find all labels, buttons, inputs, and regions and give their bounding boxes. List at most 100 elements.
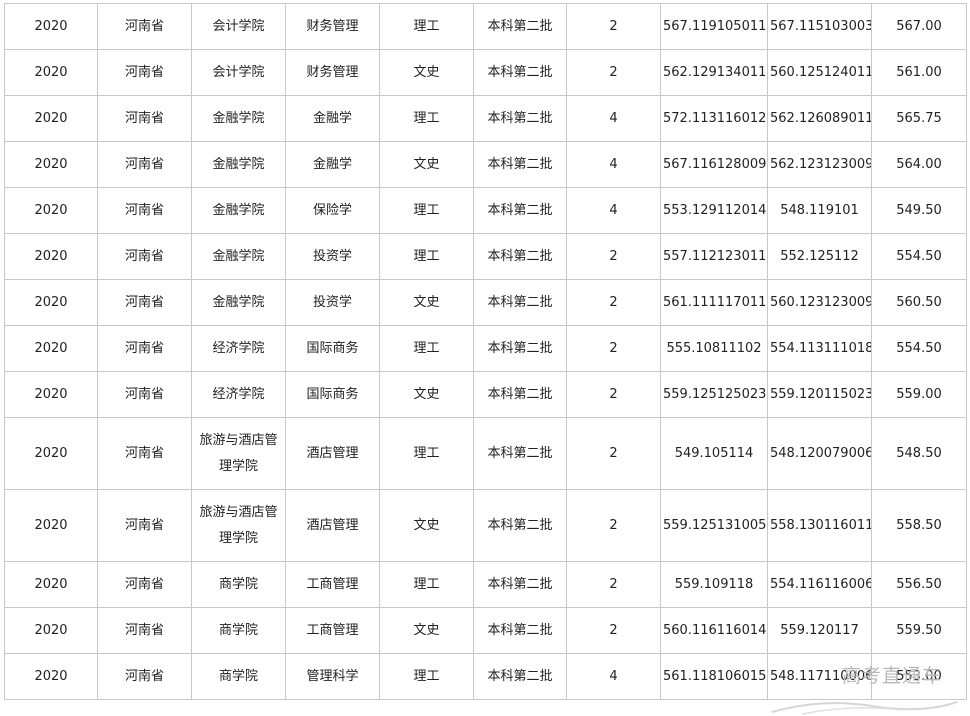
avg-score-cell: 561.00	[871, 49, 967, 96]
table-row: 2020 河南省 会计学院 财务管理 文史 本科第二批 2 562.129134011 560.…	[4, 49, 967, 96]
year-cell: 2020	[4, 561, 98, 608]
min-score-cell: 562.126089011	[767, 95, 872, 142]
batch-cell: 本科第二批	[473, 607, 567, 654]
major-cell: 酒店管理	[285, 489, 380, 562]
major-cell: 管理科学	[285, 653, 380, 700]
college-cell: 旅游与酒店管理学院	[191, 489, 286, 562]
batch-cell: 本科第二批	[473, 325, 567, 372]
year-cell: 2020	[4, 233, 98, 280]
province-cell: 河南省	[97, 371, 192, 418]
min-score-cell: 560.123123009	[767, 279, 872, 326]
category-cell: 理工	[379, 417, 474, 490]
year-cell: 2020	[4, 141, 98, 188]
year-cell: 2020	[4, 607, 98, 654]
avg-score-cell: 560.50	[871, 279, 967, 326]
category-cell: 理工	[379, 187, 474, 234]
batch-cell: 本科第二批	[473, 49, 567, 96]
major-cell: 财务管理	[285, 49, 380, 96]
table-row: 2020 河南省 会计学院 财务管理 理工 本科第二批 2 567.119105011 567.…	[4, 3, 967, 50]
count-cell: 4	[566, 653, 661, 700]
batch-cell: 本科第二批	[473, 417, 567, 490]
year-cell: 2020	[4, 371, 98, 418]
avg-score-cell: 553.00	[871, 653, 967, 700]
category-cell: 文史	[379, 607, 474, 654]
avg-score-cell: 559.00	[871, 371, 967, 418]
max-score-cell: 562.129134011	[660, 49, 768, 96]
table-row: 2020 河南省 经济学院 国际商务 理工 本科第二批 2 555.10811102 554.1…	[4, 325, 967, 372]
major-cell: 金融学	[285, 95, 380, 142]
province-cell: 河南省	[97, 607, 192, 654]
major-cell: 投资学	[285, 233, 380, 280]
max-score-cell: 572.113116012	[660, 95, 768, 142]
category-cell: 理工	[379, 3, 474, 50]
table-row: 2020 河南省 商学院 工商管理 理工 本科第二批 2 559.109118 554.1161…	[4, 561, 967, 608]
province-cell: 河南省	[97, 279, 192, 326]
batch-cell: 本科第二批	[473, 95, 567, 142]
table-row: 2020 河南省 金融学院 保险学 理工 本科第二批 4 553.129112014 548.1…	[4, 187, 967, 234]
count-cell: 2	[566, 561, 661, 608]
year-cell: 2020	[4, 489, 98, 562]
college-cell: 会计学院	[191, 3, 286, 50]
major-cell: 保险学	[285, 187, 380, 234]
max-score-cell: 561.118106015	[660, 653, 768, 700]
college-cell: 金融学院	[191, 187, 286, 234]
category-cell: 理工	[379, 325, 474, 372]
count-cell: 2	[566, 279, 661, 326]
major-cell: 酒店管理	[285, 417, 380, 490]
max-score-cell: 555.10811102	[660, 325, 768, 372]
category-cell: 理工	[379, 653, 474, 700]
batch-cell: 本科第二批	[473, 233, 567, 280]
college-cell: 金融学院	[191, 233, 286, 280]
major-cell: 财务管理	[285, 3, 380, 50]
avg-score-cell: 558.50	[871, 489, 967, 562]
table-row: 2020 河南省 经济学院 国际商务 文史 本科第二批 2 559.125125023 559.…	[4, 371, 967, 418]
count-cell: 2	[566, 489, 661, 562]
province-cell: 河南省	[97, 417, 192, 490]
province-cell: 河南省	[97, 561, 192, 608]
college-cell: 金融学院	[191, 141, 286, 188]
max-score-cell: 559.125131005	[660, 489, 768, 562]
max-score-cell: 561.111117011	[660, 279, 768, 326]
table-row: 2020 河南省 旅游与酒店管理学院 酒店管理 理工 本科第二批 2 549.105114 54…	[4, 417, 967, 490]
category-cell: 理工	[379, 233, 474, 280]
year-cell: 2020	[4, 95, 98, 142]
min-score-cell: 559.120115023	[767, 371, 872, 418]
year-cell: 2020	[4, 279, 98, 326]
admission-scores-table: 2020 河南省 会计学院 财务管理 理工 本科第二批 2 567.119105011 567.…	[4, 3, 967, 700]
batch-cell: 本科第二批	[473, 653, 567, 700]
province-cell: 河南省	[97, 95, 192, 142]
count-cell: 2	[566, 371, 661, 418]
province-cell: 河南省	[97, 49, 192, 96]
year-cell: 2020	[4, 653, 98, 700]
min-score-cell: 548.117110006	[767, 653, 872, 700]
count-cell: 2	[566, 417, 661, 490]
min-score-cell: 558.130116011	[767, 489, 872, 562]
college-cell: 金融学院	[191, 95, 286, 142]
max-score-cell: 557.112123011	[660, 233, 768, 280]
table-body: 2020 河南省 会计学院 财务管理 理工 本科第二批 2 567.119105011 567.…	[4, 3, 967, 700]
min-score-cell: 567.115103003	[767, 3, 872, 50]
college-cell: 会计学院	[191, 49, 286, 96]
year-cell: 2020	[4, 417, 98, 490]
major-cell: 工商管理	[285, 561, 380, 608]
min-score-cell: 548.119101	[767, 187, 872, 234]
category-cell: 文史	[379, 141, 474, 188]
min-score-cell: 552.125112	[767, 233, 872, 280]
max-score-cell: 559.125125023	[660, 371, 768, 418]
min-score-cell: 548.120079006	[767, 417, 872, 490]
year-cell: 2020	[4, 187, 98, 234]
category-cell: 理工	[379, 561, 474, 608]
major-cell: 国际商务	[285, 371, 380, 418]
college-cell: 经济学院	[191, 371, 286, 418]
batch-cell: 本科第二批	[473, 561, 567, 608]
count-cell: 4	[566, 187, 661, 234]
avg-score-cell: 548.50	[871, 417, 967, 490]
min-score-cell: 559.120117	[767, 607, 872, 654]
major-cell: 投资学	[285, 279, 380, 326]
province-cell: 河南省	[97, 233, 192, 280]
count-cell: 2	[566, 233, 661, 280]
college-cell: 经济学院	[191, 325, 286, 372]
province-cell: 河南省	[97, 187, 192, 234]
min-score-cell: 560.125124011	[767, 49, 872, 96]
max-score-cell: 549.105114	[660, 417, 768, 490]
